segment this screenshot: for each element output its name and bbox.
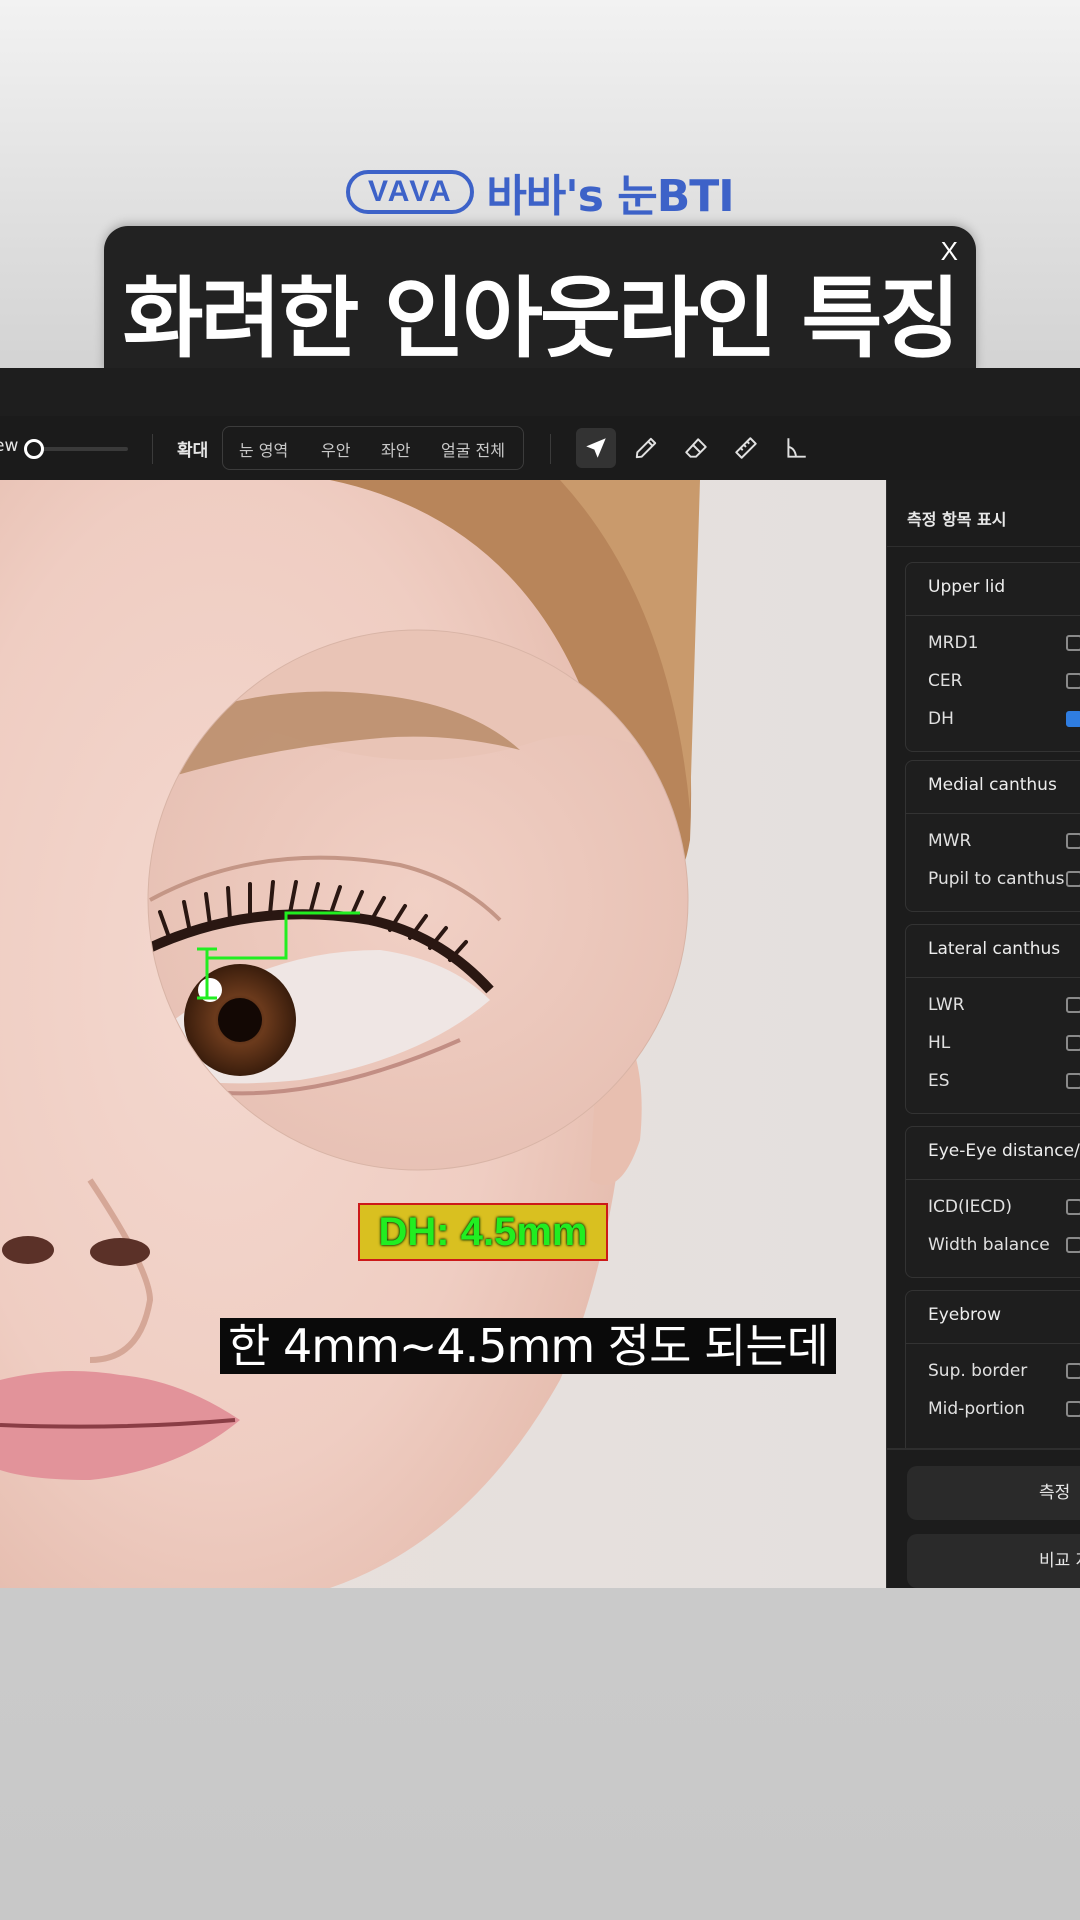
group-eye-distance: Eye-Eye distance/b ICD(IECD) Width balan… xyxy=(905,1126,1080,1278)
zoom-label: 확대 xyxy=(177,441,209,461)
item-dh-checkbox[interactable] xyxy=(1066,711,1080,727)
measure-button[interactable]: 측정 xyxy=(907,1466,1080,1520)
group-title: Upper lid xyxy=(928,577,1006,597)
segment-right-eye[interactable]: 우안 xyxy=(321,437,350,461)
panel-divider xyxy=(887,1448,1080,1450)
item-hl-label: HL xyxy=(928,1033,951,1053)
dh-measurement-label[interactable]: DH: 4.5mm xyxy=(358,1203,608,1261)
item-lwr-checkbox[interactable] xyxy=(1066,997,1080,1013)
item-lwr-label: LWR xyxy=(928,995,965,1015)
item-mid-portion-label: Mid-portion xyxy=(928,1399,1026,1419)
item-es-checkbox[interactable] xyxy=(1066,1073,1080,1089)
eraser-icon[interactable] xyxy=(676,428,716,468)
item-hl-checkbox[interactable] xyxy=(1066,1035,1080,1051)
group-medial-canthus: Medial canthus MWR Pupil to canthus xyxy=(905,760,1080,912)
item-width-balance-checkbox[interactable] xyxy=(1066,1237,1080,1253)
window-titlebar xyxy=(0,368,1080,417)
item-dh-label: DH xyxy=(928,709,954,729)
banner-title: 화려한 인아웃라인 특징 xyxy=(122,267,961,370)
item-sup-border-checkbox[interactable] xyxy=(1066,1363,1080,1379)
image-canvas[interactable]: DH: 4.5mm 한 4mm~4.5mm 정도 되는데 xyxy=(0,480,886,1588)
group-title: Lateral canthus xyxy=(928,939,1061,959)
group-divider xyxy=(906,977,1080,978)
item-cer-checkbox[interactable] xyxy=(1066,673,1080,689)
face-image xyxy=(0,480,886,1588)
item-mrd1-checkbox[interactable] xyxy=(1066,635,1080,651)
segment-full-face[interactable]: 얼굴 전체 xyxy=(441,437,505,461)
item-mrd1-label: MRD1 xyxy=(928,633,979,653)
group-divider xyxy=(906,615,1080,616)
item-pupil-canthus-label: Pupil to canthus xyxy=(928,869,1065,889)
item-cer-label: CER xyxy=(928,671,963,691)
panel-title: 측정 항목 표시 xyxy=(907,510,1007,529)
title-banner: 화려한 인아웃라인 특징 X xyxy=(104,226,976,372)
navigate-icon[interactable] xyxy=(576,428,616,468)
item-width-balance-label: Width balance xyxy=(928,1235,1050,1255)
view-label: ew xyxy=(0,436,19,456)
toolbar: ew 확대 눈 영역 우안 좌안 얼굴 전체 xyxy=(0,416,1080,480)
brand-header: VAVA 바바's 눈BTI xyxy=(0,160,1080,224)
group-title: Eye-Eye distance/b xyxy=(928,1141,1080,1161)
zoom-slider-track[interactable] xyxy=(32,447,128,451)
brand-title: 바바's 눈BTI xyxy=(486,171,734,222)
item-es-label: ES xyxy=(928,1071,950,1091)
group-title: Eyebrow xyxy=(928,1305,1001,1325)
toolbar-divider xyxy=(550,434,551,464)
item-mwr-label: MWR xyxy=(928,831,972,851)
subtitle-caption: 한 4mm~4.5mm 정도 되는데 xyxy=(220,1318,836,1374)
group-title: Medial canthus xyxy=(928,775,1057,795)
item-icd-label: ICD(IECD) xyxy=(928,1197,1012,1217)
group-divider xyxy=(906,1343,1080,1344)
item-sup-border-label: Sup. border xyxy=(928,1361,1028,1381)
compare-save-button[interactable]: 비교 저 xyxy=(907,1534,1080,1588)
group-eyebrow: Eyebrow Sup. border Mid-portion xyxy=(905,1290,1080,1450)
segment-eye-region[interactable]: 눈 영역 xyxy=(239,437,288,461)
zoom-region-group: 눈 영역 우안 좌안 얼굴 전체 xyxy=(222,426,524,470)
measurement-panel: 측정 항목 표시 Upper lid MRD1 CER DH Medial ca… xyxy=(886,480,1080,1588)
angle-icon[interactable] xyxy=(776,428,816,468)
group-divider xyxy=(906,813,1080,814)
vava-logo: VAVA xyxy=(346,170,475,214)
close-button[interactable]: X xyxy=(941,236,958,267)
toolbar-divider xyxy=(152,434,153,464)
item-icd-checkbox[interactable] xyxy=(1066,1199,1080,1215)
item-mid-portion-checkbox[interactable] xyxy=(1066,1401,1080,1417)
segment-left-eye[interactable]: 좌안 xyxy=(381,437,410,461)
pencil-icon[interactable] xyxy=(626,428,666,468)
app-window: ew 확대 눈 영역 우안 좌안 얼굴 전체 xyxy=(0,368,1080,1588)
panel-divider xyxy=(887,546,1080,547)
item-mwr-checkbox[interactable] xyxy=(1066,833,1080,849)
ruler-icon[interactable] xyxy=(726,428,766,468)
group-divider xyxy=(906,1179,1080,1180)
group-lateral-canthus: Lateral canthus LWR HL ES xyxy=(905,924,1080,1114)
zoom-slider-handle[interactable] xyxy=(24,439,44,459)
group-upper-lid: Upper lid MRD1 CER DH xyxy=(905,562,1080,752)
item-pupil-canthus-checkbox[interactable] xyxy=(1066,871,1080,887)
